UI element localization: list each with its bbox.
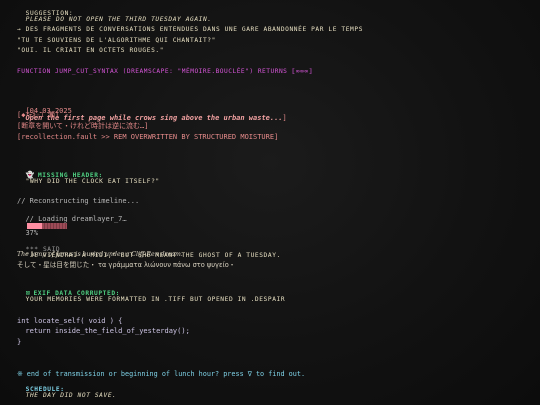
code-line-1: int locate_self( void ) {	[17, 317, 123, 325]
fragments-line-2: "TU TE SOUVIENS DE L'ALGORITHME QUI CHAN…	[17, 37, 216, 44]
suggestion-line: SUGGESTION: PLEASE DO NOT OPEN THE THIRD…	[17, 5, 212, 24]
schedule-line: SCHEDULE: THE DAY DID NOT SAVE.	[17, 381, 117, 400]
multilang-line: そして・星は目を閉じた・ τα γράμματα λιώνουν πάνω στ…	[17, 261, 236, 269]
exif-text: YOUR MEMORIES WERE FORMATTED IN .TIFF BU…	[25, 296, 286, 304]
log-jp-line: [断章を開いて・けれど時計は逆に流む…]	[17, 122, 149, 130]
loading-label: // Loading dreamlayer_7…	[25, 215, 127, 223]
blackletter-line: The lamp of Janus is buried under a Clif…	[17, 251, 183, 258]
log-glitch-line: [◆ｱﾃｷ☆ﾕ 瀬]	[17, 111, 60, 119]
code-line-2: return inside_the_field_of_yesterday();	[17, 327, 190, 335]
reconstruct-comment: // Reconstructing timeline...	[17, 197, 140, 205]
schedule-text: THE DAY DID NOT SAVE.	[25, 392, 117, 400]
log-closing: ]	[282, 114, 287, 122]
progress-bar-fill	[27, 223, 43, 229]
suggestion-text: PLEASE DO NOT OPEN THE THIRD TUESDAY AGA…	[25, 16, 212, 24]
log-text: Open the first page while crows sing abo…	[25, 114, 283, 122]
missing-header-text: "WHY DID THE CLOCK EAT ITSELF?"	[25, 178, 160, 186]
progress-text: 37%	[25, 229, 39, 237]
loading-line: // Loading dreamlayer_7… 37%	[17, 209, 127, 237]
fragments-line-3: "OUI. IL CRIAIT EN OCTETS ROUGES."	[17, 47, 165, 54]
log-fault-line: [recollection.fault >> REM OVERWRITTEN B…	[17, 133, 279, 141]
code-line-3: }	[17, 338, 22, 346]
transmission-line: ※ end of transmission or beginning of lu…	[17, 370, 306, 378]
fragments-line-1: → DES FRAGMENTS DE CONVERSATIONS ENTENDU…	[17, 26, 364, 33]
missing-header-line: 👻 MISSING HEADER: "WHY DID THE CLOCK EAT …	[17, 166, 160, 186]
top-cut-off-text	[150, 0, 270, 2]
exif-line: ⊠ EXIF DATA CORRUPTED: YOUR MEMORIES WERE…	[17, 284, 285, 304]
progress-bar	[27, 223, 68, 229]
function-signature: FUNCTION JUMP_CUT_SYNTAX (DREAMSCAPE: "M…	[17, 68, 313, 75]
